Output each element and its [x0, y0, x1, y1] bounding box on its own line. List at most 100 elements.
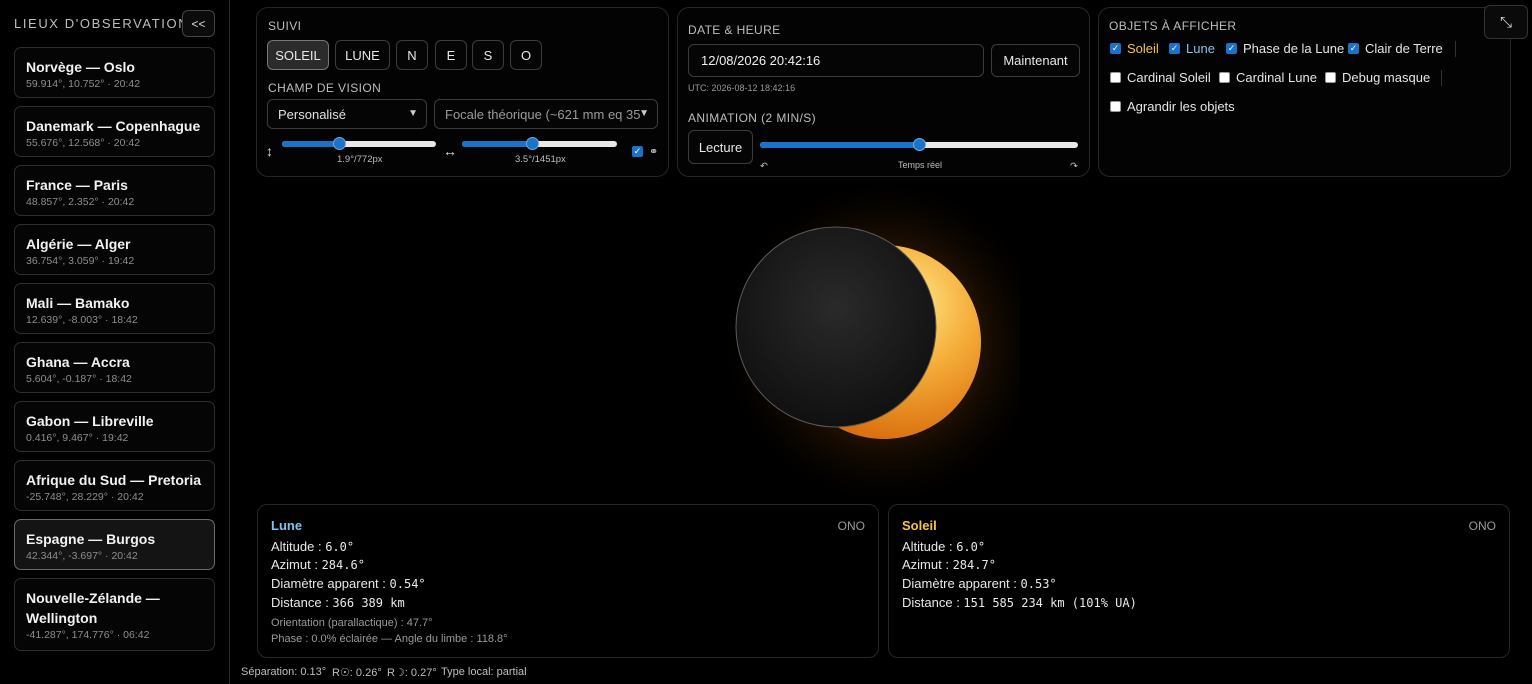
track-sun-button[interactable]: SOLEIL	[267, 40, 329, 70]
altitude-label: Altitude :	[902, 539, 957, 554]
objects-title: OBJETS À AFFICHER	[1109, 19, 1237, 33]
fov-preset-value: Personalisé	[278, 106, 346, 122]
diameter-label: Diamètre apparent :	[902, 576, 1021, 591]
location-item-accra[interactable]: Ghana — Accra 5.604°, -0.187° · 18:42	[14, 342, 215, 393]
moon-distance-value: 366 389 km	[332, 596, 405, 610]
checkbox-box	[1219, 72, 1230, 83]
focal-value: Focale théorique (~621 mm eq 35	[445, 106, 641, 122]
checkbox-box: ✓	[1110, 43, 1121, 54]
link-fov-checkbox[interactable]: ✓	[632, 146, 643, 157]
sun-distance: Distance : 151 585 234 km (101% UA)	[902, 595, 1137, 610]
track-south-button[interactable]: S	[472, 40, 504, 70]
divider	[1441, 70, 1442, 86]
horizontal-fov-slider[interactable]	[462, 137, 617, 150]
show-sun-checkbox[interactable]: ✓ Soleil	[1110, 41, 1159, 56]
sun-diameter-value: 0.53°	[1020, 577, 1057, 591]
location-item-alger[interactable]: Algérie — Alger 36.754°, 3.059° · 19:42	[14, 224, 215, 275]
vertical-fov-fill	[282, 141, 339, 147]
animation-speed-thumb[interactable]	[913, 138, 926, 151]
fov-preset-select[interactable]: Personalisé ▼	[267, 99, 427, 129]
fov-title: CHAMP DE VISION	[268, 81, 382, 95]
show-earthshine-checkbox[interactable]: ✓ Clair de Terre	[1348, 41, 1443, 56]
checkbox-box: ✓	[1169, 43, 1180, 54]
separation-status: Séparation: 0.13°	[241, 666, 327, 678]
location-name: France — Paris	[26, 177, 128, 193]
location-item-copenhague[interactable]: Danemark — Copenhague 55.676°, 12.568° · …	[14, 106, 215, 157]
sun-altitude-value: 6.0°	[956, 540, 986, 554]
location-list: Norvège — Oslo 59.914°, 10.752° · 20:42 D…	[14, 47, 215, 659]
track-north-button[interactable]: N	[396, 40, 428, 70]
location-item-pretoria[interactable]: Afrique du Sud — Pretoria -25.748°, 28.22…	[14, 460, 215, 511]
moon-distance: Distance : 366 389 km	[271, 595, 405, 610]
checkbox-box: ✓	[1226, 43, 1237, 54]
show-moon-checkbox[interactable]: ✓ Lune	[1169, 41, 1215, 56]
now-button[interactable]: Maintenant	[991, 44, 1080, 77]
tracking-panel: SUIVI SOLEIL LUNE N E S O CHAMP DE VISIO…	[256, 7, 669, 177]
cardinal-sun-label: Cardinal Soleil	[1127, 70, 1211, 85]
debug-mask-checkbox[interactable]: Debug masque	[1325, 70, 1430, 85]
enlarge-objects-checkbox[interactable]: Agrandir les objets	[1110, 99, 1235, 114]
cardinal-moon-checkbox[interactable]: Cardinal Lune	[1219, 70, 1317, 85]
location-item-paris[interactable]: France — Paris 48.857°, 2.352° · 20:42	[14, 165, 215, 216]
location-info: 59.914°, 10.752° · 20:42	[26, 78, 141, 90]
horizontal-fov-label: 3.5°/1451px	[515, 154, 566, 165]
vertical-fov-slider[interactable]	[282, 137, 436, 150]
moon-radius-status: R☽: 0.27°	[387, 667, 437, 679]
moon-altitude-value: 6.0°	[325, 540, 355, 554]
chevron-down-icon: ▼	[408, 108, 418, 119]
cardinal-moon-label: Cardinal Lune	[1236, 70, 1317, 85]
utc-time: UTC: 2026-08-12 18:42:16	[688, 83, 796, 93]
vertical-fov-label: 1.9°/772px	[337, 154, 383, 165]
location-item-bamako[interactable]: Mali — Bamako 12.639°, -8.003° · 18:42	[14, 283, 215, 334]
locations-sidebar: LIEUX D'OBSERVATION << Norvège — Oslo 59.…	[0, 0, 230, 684]
cardinal-sun-checkbox[interactable]: Cardinal Soleil	[1110, 70, 1211, 85]
sky-view[interactable]	[600, 180, 1020, 500]
datetime-panel: DATE & HEURE 12/08/2026 20:42:16 Mainten…	[677, 7, 1090, 177]
expand-icon: ⤡	[1499, 13, 1512, 31]
moon-orientation: Orientation (parallactique) : 47.7°	[271, 617, 433, 629]
location-name: Mali — Bamako	[26, 295, 130, 311]
sun-distance-value: 151 585 234 km (101% UA)	[963, 596, 1137, 610]
location-name: Gabon — Libreville	[26, 413, 154, 429]
forward-icon: ↷	[1070, 161, 1078, 172]
datetime-input[interactable]: 12/08/2026 20:42:16	[688, 44, 984, 77]
vertical-fov-thumb[interactable]	[332, 137, 346, 150]
show-phase-label: Phase de la Lune	[1243, 41, 1345, 56]
play-button[interactable]: Lecture	[688, 130, 753, 164]
location-name: Nouvelle-Zélande — Wellington	[26, 590, 160, 626]
focal-select[interactable]: Focale théorique (~621 mm eq 35 ▼	[434, 99, 658, 129]
datetime-value: 12/08/2026 20:42:16	[701, 53, 821, 68]
collapse-sidebar-button[interactable]: <<	[182, 10, 215, 37]
eclipse-type-status: Type local: partial	[441, 666, 527, 678]
location-item-wellington[interactable]: Nouvelle-Zélande — Wellington -41.287°, 1…	[14, 578, 215, 651]
location-name: Danemark — Copenhague	[26, 118, 201, 134]
checkbox-box	[1325, 72, 1336, 83]
datetime-title: DATE & HEURE	[688, 23, 781, 37]
location-info: -25.748°, 28.229° · 20:42	[26, 491, 144, 503]
fullscreen-button[interactable]: ⤡	[1484, 5, 1528, 39]
track-east-button[interactable]: E	[435, 40, 467, 70]
moon-diameter: Diamètre apparent : 0.54°	[271, 576, 426, 591]
sidebar-title: LIEUX D'OBSERVATION	[14, 16, 190, 31]
tracking-title: SUIVI	[268, 19, 302, 33]
show-phase-checkbox[interactable]: ✓ Phase de la Lune	[1226, 41, 1344, 56]
location-name: Espagne — Burgos	[26, 531, 156, 547]
moon-info-card: Lune ONO Altitude : 6.0° Azimut : 284.6°…	[257, 504, 879, 658]
checkbox-box: ✓	[1348, 43, 1359, 54]
track-west-button[interactable]: O	[510, 40, 542, 70]
animation-speed-slider[interactable]	[760, 138, 1078, 151]
location-info: 55.676°, 12.568° · 20:42	[26, 137, 141, 149]
location-info: 36.754°, 3.059° · 19:42	[26, 255, 135, 267]
checkbox-box	[1110, 72, 1121, 83]
location-name: Algérie — Alger	[26, 236, 131, 252]
location-item-libreville[interactable]: Gabon — Libreville 0.416°, 9.467° · 19:42	[14, 401, 215, 452]
debug-mask-label: Debug masque	[1342, 70, 1431, 85]
location-item-burgos[interactable]: Espagne — Burgos 42.344°, -3.697° · 20:42	[14, 519, 215, 570]
location-info: 5.604°, -0.187° · 18:42	[26, 373, 132, 385]
track-moon-button[interactable]: LUNE	[335, 40, 390, 70]
location-info: 42.344°, -3.697° · 20:42	[26, 550, 138, 562]
sun-radius-status: R☉: 0.26°	[332, 667, 382, 679]
location-item-oslo[interactable]: Norvège — Oslo 59.914°, 10.752° · 20:42	[14, 47, 215, 98]
horizontal-fov-fill	[462, 141, 532, 147]
horizontal-fov-thumb[interactable]	[525, 137, 539, 150]
